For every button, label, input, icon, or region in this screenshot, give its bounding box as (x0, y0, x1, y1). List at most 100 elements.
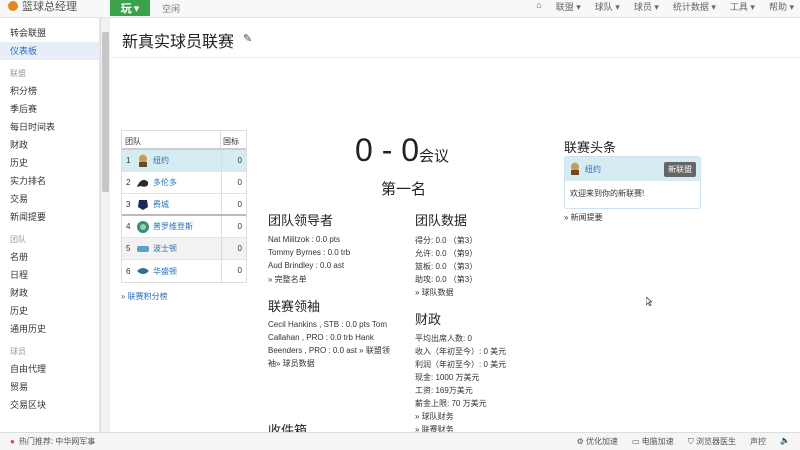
rank: 1 (126, 156, 131, 165)
table-row: 3 费城 0 (122, 194, 246, 216)
sidebar-item-playoffs[interactable]: 季后赛 (0, 100, 99, 118)
table-row: 1 纽约 0 (122, 150, 246, 172)
record-value: 0 - 0 (355, 132, 420, 168)
finance-line: 利润（年初至今）: 0 美元 (415, 360, 507, 369)
news-message: 欢迎来到你的新联赛! (570, 189, 645, 198)
gb-value: 0 (221, 216, 246, 237)
play-button[interactable]: 玩 ▾ (110, 0, 150, 16)
page-title: 新真实球员联赛 (122, 34, 235, 51)
status-label: 浏览器医生 (696, 437, 737, 446)
standings-table: 团队 国标 1 纽约 0 2 多伦多 0 3 费城 0 4 普罗维登斯 0 5 (121, 130, 247, 283)
nyk-logo-icon (569, 162, 581, 177)
sidebar: 转会联盟 仪表板 联盟 积分榜 季后赛 每日时间表 财政 历史 实力排名 交易 … (0, 18, 100, 432)
team-finances-link[interactable]: » 球队财务 (415, 411, 454, 422)
full-roster-link[interactable]: » 完整名单 (268, 274, 307, 285)
menu-players[interactable]: 球员 ▾ (634, 0, 659, 13)
team-leader-line[interactable]: Tommy Byrnes : 0.0 trb (268, 248, 350, 257)
team-link[interactable]: 普罗维登斯 (153, 221, 221, 232)
sidebar-item-team-history[interactable]: 历史 (0, 302, 99, 320)
team-link[interactable]: 波士顿 (153, 243, 221, 254)
news-team-link[interactable]: 纽约 (585, 164, 660, 175)
news-card-header: 纽约 新联盟 (565, 157, 700, 181)
shield-icon: ⛉ (687, 437, 694, 446)
sidebar-item-free-agents[interactable]: 自由代理 (0, 360, 99, 378)
finance-line: 平均出席人数: 0 (415, 334, 472, 343)
gb-value: 0 (221, 238, 246, 259)
team-stats-link[interactable]: » 球队数据 (415, 287, 454, 298)
team-link[interactable]: 华盛顿 (153, 266, 221, 277)
team-link[interactable]: 多伦多 (153, 177, 221, 188)
sidebar-item-trading-block[interactable]: 交易区块 (0, 396, 99, 414)
team-leader-line[interactable]: Aud Brindley : 0.0 ast (268, 261, 344, 270)
play-label: 玩 (120, 3, 132, 15)
sidebar-item-dashboard[interactable]: 仪表板 (0, 42, 99, 60)
home-icon[interactable]: ⌂ (536, 0, 541, 13)
rank: 2 (126, 178, 131, 187)
sidebar-scrollbar[interactable] (100, 18, 110, 432)
menu-help[interactable]: 帮助 ▾ (769, 0, 794, 13)
brand[interactable]: 篮球总经理 (8, 0, 77, 13)
headlines-title: 联赛头条 (564, 140, 617, 155)
sidebar-header-players: 球员 (10, 347, 26, 356)
sidebar-item-transactions[interactable]: 交易 (0, 190, 99, 208)
sidebar-item-roster[interactable]: 名册 (0, 248, 99, 266)
speaker-icon[interactable]: 🔈 (780, 436, 790, 447)
column-header-gb: 国标 (223, 137, 239, 146)
browser-doctor-button[interactable]: ⛉ 浏览器医生 (688, 436, 736, 447)
menu-league[interactable]: 联盟 ▾ (556, 0, 581, 13)
league-leaders-text[interactable]: Cecil Hankins , STB : 0.0 pts Tom Callah… (268, 318, 398, 370)
edit-icon[interactable]: ✎ (243, 32, 252, 45)
optimize-button[interactable]: ⚙ 优化加速 (577, 436, 618, 447)
team-stat-line: 助攻: 0.0 （第3） (415, 275, 478, 284)
sidebar-item-trade[interactable]: 贸易 (0, 378, 99, 396)
team-leader-line[interactable]: Nat Militzok : 0.0 pts (268, 235, 340, 244)
pc-accelerate-button[interactable]: ▭ 电脑加速 (632, 436, 674, 447)
gb-value: 0 (221, 260, 246, 282)
sidebar-header-league: 联盟 (10, 69, 26, 78)
sidebar-item-schedule[interactable]: 每日时间表 (0, 118, 99, 136)
team-link[interactable]: 纽约 (153, 155, 221, 166)
menu-tools[interactable]: 工具 ▾ (730, 0, 755, 13)
was-logo-icon (136, 264, 150, 278)
fire-icon: ● (10, 437, 15, 446)
sidebar-item-news-feed[interactable]: 新闻提要 (0, 208, 99, 226)
scrollbar-thumb[interactable] (102, 32, 109, 192)
gb-value: 0 (221, 194, 246, 214)
team-link[interactable]: 费城 (153, 199, 221, 210)
table-row: 4 普罗维登斯 0 (122, 216, 246, 238)
menu-label: 球员 (633, 2, 652, 12)
table-row: 2 多伦多 0 (122, 172, 246, 194)
standing-place: 第一名 (381, 181, 427, 198)
menu-stats[interactable]: 统计数据 ▾ (673, 0, 716, 13)
news-feed-link[interactable]: » 新闻提要 (564, 212, 603, 223)
sidebar-item-power-rankings[interactable]: 实力排名 (0, 172, 99, 190)
sidebar-item-league-history[interactable]: 历史 (0, 154, 99, 172)
finance-line: 薪金上限: 70 万美元 (415, 399, 487, 408)
status-label: 电脑加速 (641, 437, 674, 446)
status-right: ⚙ 优化加速 ▭ 电脑加速 ⛉ 浏览器医生 声控 🔈 (577, 436, 800, 447)
finances-title: 财政 (415, 312, 442, 327)
table-row: 5 波士顿 0 (122, 238, 246, 260)
sidebar-item-team-schedule[interactable]: 日程 (0, 266, 99, 284)
sidebar-item-general-history[interactable]: 通用历史 (0, 320, 99, 338)
menu-label: 联盟 (555, 2, 574, 12)
voice-button[interactable]: 声控 (750, 436, 766, 447)
rank: 6 (126, 266, 131, 276)
menu-team[interactable]: 球队 ▾ (595, 0, 620, 13)
browser-status-bar: ● 热门推荐: 中华网军事 ⚙ 优化加速 ▭ 电脑加速 ⛉ 浏览器医生 声控 🔈 (0, 432, 800, 450)
league-leaders-title: 联赛领袖 (268, 299, 321, 314)
news-card: 纽约 新联盟 欢迎来到你的新联赛! (564, 156, 701, 209)
column-header-team: 团队 (122, 131, 221, 148)
sidebar-header-team: 团队 (10, 235, 26, 244)
hot-recommend-text[interactable]: 热门推荐: 中华网军事 (19, 436, 95, 447)
league-standings-link[interactable]: » 联赛积分榜 (121, 291, 168, 302)
sidebar-item-standings[interactable]: 积分榜 (0, 82, 99, 100)
sidebar-item-switch-league[interactable]: 转会联盟 (0, 24, 99, 42)
sidebar-item-team-finances[interactable]: 财政 (0, 284, 99, 302)
table-body: 1 纽约 0 2 多伦多 0 3 费城 0 4 普罗维登斯 0 5 波士顿 0 (122, 150, 246, 282)
gb-value: 0 (221, 150, 246, 171)
team-leaders-title: 团队领导者 (268, 213, 334, 228)
sidebar-item-league-finances[interactable]: 财政 (0, 136, 99, 154)
status-hint: 空闲 (162, 4, 181, 14)
status-label: 声控 (750, 437, 767, 446)
